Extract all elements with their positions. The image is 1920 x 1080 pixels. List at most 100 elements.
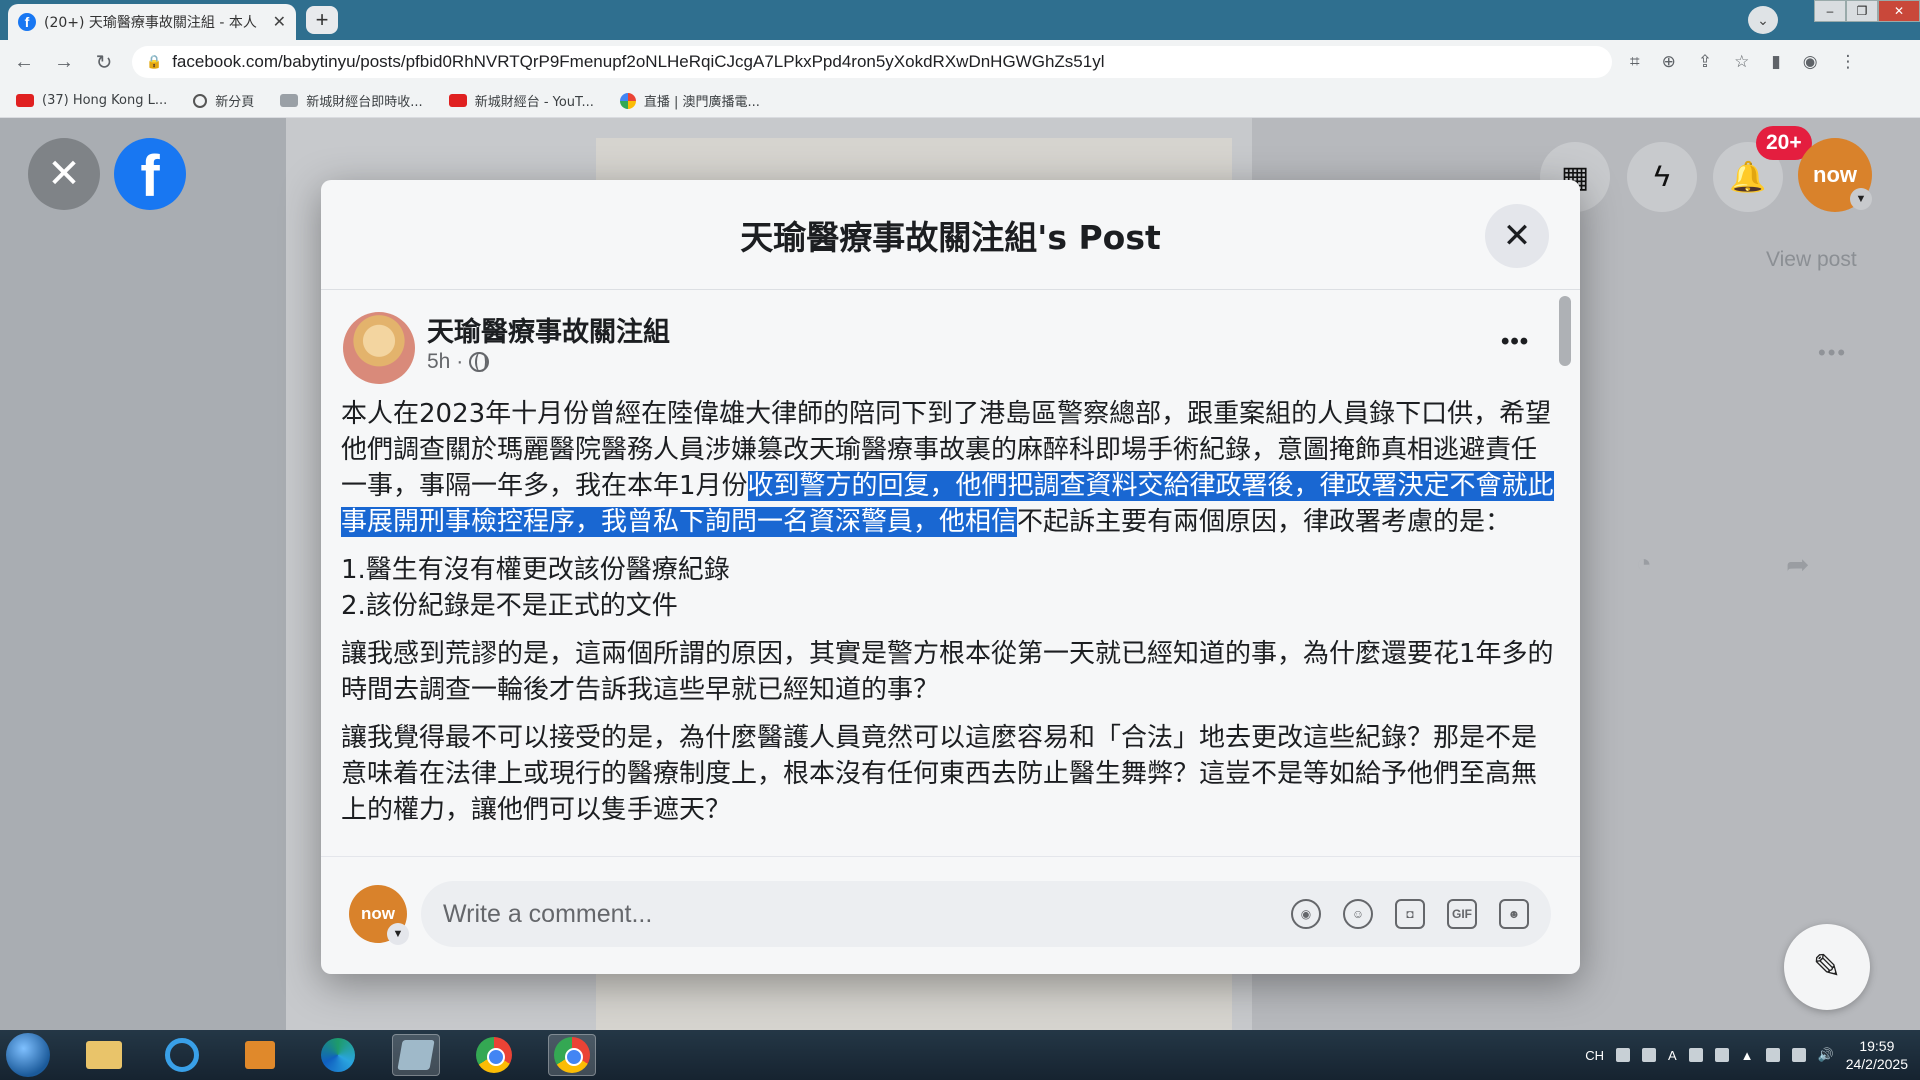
taskbar-chrome[interactable] — [470, 1034, 518, 1076]
gif-icon[interactable]: GIF — [1447, 899, 1477, 929]
share-icon[interactable]: ⇪ — [1698, 52, 1712, 72]
volume-icon[interactable]: 🔊 — [1818, 1047, 1834, 1063]
chevron-down-icon[interactable]: ▼ — [1850, 188, 1872, 210]
bookmark-label: 直播 | 澳門廣播電... — [643, 95, 760, 110]
start-button-icon[interactable] — [6, 1033, 50, 1077]
bookmarks-bar: (37) Hong Kong L... 新分頁 新城財經台即時收... 新城財經… — [0, 84, 1920, 118]
bookmark-label: 新分頁 — [215, 95, 255, 110]
url-text[interactable]: facebook.com/babytinyu/posts/pfbid0RhNVR… — [172, 52, 1104, 72]
scrollbar[interactable] — [1559, 296, 1571, 366]
public-globe-icon — [469, 352, 490, 372]
facebook-logo-icon[interactable]: f — [114, 138, 186, 210]
bookmark-item[interactable]: 新城財經台 - YouT... — [448, 91, 594, 110]
minimize-button[interactable]: – — [1814, 0, 1846, 22]
ime-mode-icon[interactable]: A — [1668, 1048, 1677, 1063]
reload-icon[interactable]: ↻ — [88, 46, 120, 78]
bookmark-label: (37) Hong Kong L... — [42, 93, 168, 108]
emoji-icon[interactable]: ☺ — [1343, 899, 1373, 929]
taskbar-chrome-active[interactable] — [548, 1034, 596, 1076]
profile-icon[interactable]: ◉ — [1803, 52, 1818, 72]
comment-input[interactable] — [443, 899, 1243, 929]
comment-box[interactable]: ◉ ☺ ◘ GIF ☻ — [421, 881, 1551, 947]
share-arrow-icon[interactable]: ➦ — [1786, 548, 1809, 581]
tab-search-chevron-icon[interactable]: ⌄ — [1748, 6, 1778, 34]
action-center-icon[interactable] — [1791, 1048, 1806, 1062]
tray-app-icon[interactable] — [1688, 1048, 1703, 1062]
chevron-down-icon[interactable]: ▼ — [387, 923, 409, 945]
browser-tabstrip: f (20+) 天瑜醫療事故關注組 - 本人 ✕ + ⌄ – ❐ ✕ — [0, 0, 1920, 40]
youtube-icon — [16, 94, 34, 107]
window-close-button[interactable]: ✕ — [1878, 0, 1920, 22]
tab-close-icon[interactable]: ✕ — [273, 12, 286, 32]
browser-tab-facebook[interactable]: f (20+) 天瑜醫療事故關注組 - 本人 ✕ — [8, 4, 296, 40]
bookmark-item[interactable]: 直播 | 澳門廣播電... — [619, 91, 760, 110]
new-tab-button[interactable]: + — [306, 6, 338, 34]
view-post-link[interactable]: View post — [1766, 248, 1857, 272]
camera-icon[interactable]: ◘ — [1395, 899, 1425, 929]
window-controls: – ❐ ✕ — [1814, 0, 1920, 24]
sticker-icon[interactable]: ☻ — [1499, 899, 1529, 929]
input-language[interactable]: CH — [1585, 1048, 1604, 1063]
bookmark-item[interactable]: (37) Hong Kong L... — [16, 93, 167, 108]
clock[interactable]: 19:59 24/2/2025 — [1846, 1037, 1908, 1073]
reason-item: 2.該份紀錄是不是正式的文件 — [341, 591, 678, 621]
bookmark-item[interactable]: 新分頁 — [193, 91, 254, 110]
tray-app-icon[interactable] — [1641, 1048, 1656, 1062]
facebook-favicon-icon: f — [18, 13, 36, 31]
post-more-icon[interactable]: ••• — [1501, 328, 1529, 356]
zoom-icon[interactable]: ⊕ — [1662, 52, 1676, 72]
more-options-icon[interactable]: ••• — [1818, 340, 1847, 366]
taskbar-app[interactable] — [392, 1034, 440, 1076]
taskbar-media[interactable] — [236, 1034, 284, 1076]
comment-tools: ◉ ☺ ◘ GIF ☻ — [1291, 899, 1529, 929]
translate-icon[interactable]: ⌗ — [1630, 52, 1640, 72]
avatar-sticker-icon[interactable]: ◉ — [1291, 899, 1321, 929]
system-tray: CH A ▲ 🔊 19:59 24/2/2025 — [1585, 1030, 1908, 1080]
modal-header: 天瑜醫療事故關注組's Post ✕ — [321, 180, 1580, 290]
post-paragraph: 讓我覺得最不可以接受的是，為什麼醫護人員竟然可以這麼容易和「合法」地去更改這些紀… — [341, 723, 1538, 825]
tray-app-icon[interactable] — [1714, 1048, 1729, 1062]
bookmark-item[interactable]: 新城財經台即時收... — [280, 91, 423, 110]
bookmark-label: 新城財經台 - YouT... — [474, 95, 594, 110]
left-backdrop — [0, 118, 286, 1030]
forward-arrow-icon[interactable]: → — [48, 46, 80, 78]
post-modal: 天瑜醫療事故關注組's Post ✕ 天瑜醫療事故關注組 5h · ••• 本人… — [321, 180, 1580, 974]
bookmark-star-icon[interactable]: ☆ — [1734, 52, 1749, 72]
restore-button[interactable]: ❐ — [1846, 0, 1878, 22]
post-time[interactable]: 5h · — [427, 350, 463, 374]
post-paragraph: 讓我感到荒謬的是，這兩個所謂的原因，其實是警方根本從第一天就已經知道的事，為什麼… — [341, 639, 1554, 705]
post-paragraph: 本人在2023年十月份曾經在陸偉雄大律師的陪同下到了港島區警察總部，跟重案組的人… — [341, 396, 1561, 540]
post-content: 天瑜醫療事故關注組 5h · ••• 本人在2023年十月份曾經在陸偉雄大律師的… — [321, 290, 1580, 856]
toolbar-icons: ⌗ ⊕ ⇪ ☆ ▮ ◉ ⋮ — [1630, 52, 1857, 72]
close-viewer-icon[interactable]: ✕ — [28, 138, 100, 210]
side-panel-icon[interactable]: ▮ — [1771, 52, 1780, 72]
back-arrow-icon[interactable]: ← — [8, 46, 40, 78]
ime-icon[interactable] — [1615, 1048, 1630, 1062]
reason-item: 1.醫生有沒有權更改該份醫療紀錄 — [341, 555, 730, 585]
lock-icon[interactable]: 🔒 — [146, 54, 162, 70]
address-bar[interactable]: 🔒 facebook.com/babytinyu/posts/pfbid0RhN… — [132, 46, 1612, 78]
new-message-icon[interactable]: ✎ — [1784, 924, 1870, 1010]
taskbar: CH A ▲ 🔊 19:59 24/2/2025 — [0, 1030, 1920, 1080]
internet-explorer-icon — [165, 1038, 199, 1072]
media-player-icon — [245, 1041, 275, 1069]
network-icon[interactable] — [1765, 1048, 1780, 1062]
taskbar-ie[interactable] — [158, 1034, 206, 1076]
browser-toolbar: ← → ↻ 🔒 facebook.com/babytinyu/posts/pfb… — [0, 40, 1920, 84]
clock-date: 24/2/2025 — [1845, 1056, 1908, 1072]
app-icon — [397, 1040, 435, 1070]
whatsapp-icon[interactable]: ◔ — [1636, 548, 1652, 579]
folder-icon — [86, 1041, 122, 1069]
menu-kebab-icon[interactable]: ⋮ — [1840, 52, 1857, 72]
taskbar-explorer[interactable] — [80, 1034, 128, 1076]
close-icon[interactable]: ✕ — [1485, 204, 1549, 268]
modal-title: 天瑜醫療事故關注組's Post — [740, 217, 1161, 257]
chrome-icon — [554, 1037, 590, 1073]
messenger-icon[interactable]: ϟ — [1627, 142, 1697, 212]
author-avatar[interactable] — [343, 312, 415, 384]
tab-title: (20+) 天瑜醫療事故關注組 - 本人 — [44, 15, 257, 31]
taskbar-edge[interactable] — [314, 1034, 362, 1076]
author-name[interactable]: 天瑜醫療事故關注組 — [427, 310, 670, 349]
post-paragraph: 1.醫生有沒有權更改該份醫療紀錄 2.該份紀錄是不是正式的文件 — [341, 552, 1561, 624]
show-hidden-icons-icon[interactable]: ▲ — [1741, 1048, 1754, 1063]
